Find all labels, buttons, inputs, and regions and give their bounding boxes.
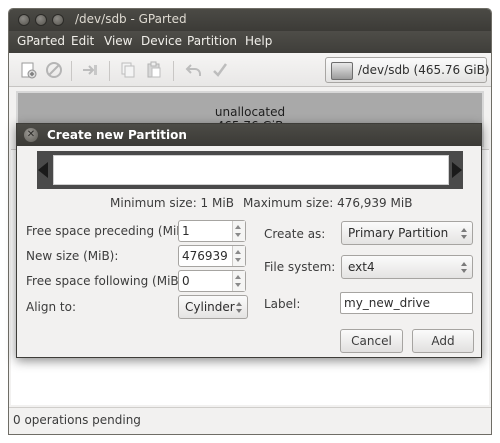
resize-right-handle-icon[interactable]	[452, 162, 462, 178]
resize-left-handle-icon[interactable]	[38, 162, 48, 178]
menubar: GParted Edit View Device Partition Help	[9, 31, 491, 53]
align-to-select[interactable]: Cylinder	[178, 295, 248, 319]
toolbar-separator	[71, 61, 72, 81]
updown-arrows-icon	[235, 302, 243, 314]
updown-arrows-icon	[460, 228, 468, 240]
apply-icon[interactable]	[211, 61, 229, 79]
partition-label-field[interactable]	[340, 292, 473, 314]
free-preceding-label: Free space preceding (MiB):	[26, 224, 194, 238]
menu-edit[interactable]: Edit	[71, 34, 94, 48]
delete-icon[interactable]	[45, 61, 63, 79]
partition-label-input[interactable]	[344, 295, 464, 311]
min-size-text: Minimum size: 1 MiB	[110, 196, 234, 210]
device-name: /dev/sdb	[358, 63, 410, 77]
add-button[interactable]: Add	[412, 329, 474, 353]
toolbar-separator	[109, 61, 110, 81]
new-size-input[interactable]	[182, 248, 228, 264]
window-close-icon[interactable]	[18, 14, 30, 26]
window-titlebar: /dev/sdb - GParted	[9, 9, 491, 31]
menu-device[interactable]: Device	[141, 34, 182, 48]
paste-icon[interactable]	[145, 61, 163, 79]
dialog-titlebar: ✕ Create new Partition	[17, 124, 481, 146]
new-partition-icon[interactable]	[19, 61, 37, 79]
spin-arrows-icon[interactable]	[232, 221, 245, 241]
spin-arrows-icon[interactable]	[232, 246, 245, 266]
new-size-spinner[interactable]	[178, 245, 246, 267]
dialog-title: Create new Partition	[47, 128, 187, 142]
file-system-value: ext4	[348, 260, 375, 274]
align-to-label: Align to:	[26, 300, 77, 314]
menu-gparted[interactable]: GParted	[17, 34, 65, 48]
toolbar: /dev/sdb (465.76 GiB)	[9, 53, 491, 87]
file-system-select[interactable]: ext4	[341, 255, 473, 279]
copy-icon[interactable]	[119, 61, 137, 79]
device-size: (465.76 GiB)	[413, 63, 490, 77]
free-following-input[interactable]	[182, 273, 228, 289]
create-partition-dialog: ✕ Create new Partition Minimum size: 1 M…	[16, 123, 482, 358]
window-maximize-icon[interactable]	[52, 14, 64, 26]
partition-block[interactable]	[53, 155, 449, 185]
free-following-spinner[interactable]	[178, 270, 246, 292]
menu-help[interactable]: Help	[245, 34, 272, 48]
free-preceding-input[interactable]	[182, 223, 228, 239]
unallocated-label: unallocated	[214, 105, 286, 119]
updown-arrows-icon	[460, 262, 468, 274]
harddisk-icon	[331, 62, 353, 80]
create-as-select[interactable]: Primary Partition	[341, 221, 473, 245]
cancel-button[interactable]: Cancel	[340, 329, 403, 353]
menu-partition[interactable]: Partition	[187, 34, 237, 48]
spin-arrows-icon[interactable]	[232, 271, 245, 291]
device-selector[interactable]: /dev/sdb (465.76 GiB)	[325, 57, 490, 83]
toolbar-separator	[173, 61, 174, 81]
partition-resizer[interactable]	[37, 151, 463, 189]
create-as-label: Create as:	[264, 227, 326, 241]
resize-move-icon[interactable]	[81, 61, 99, 79]
label-label: Label:	[264, 297, 301, 311]
file-system-label: File system:	[264, 260, 336, 274]
free-following-label: Free space following (MiB):	[26, 274, 188, 288]
statusbar: 0 operations pending	[9, 407, 491, 434]
dialog-close-icon[interactable]: ✕	[24, 128, 38, 142]
align-to-value: Cylinder	[185, 300, 235, 314]
operations-pending-text: 0 operations pending	[13, 413, 141, 427]
new-size-label: New size (MiB):	[26, 249, 119, 263]
window-minimize-icon[interactable]	[35, 14, 47, 26]
free-preceding-spinner[interactable]	[178, 220, 246, 242]
menu-view[interactable]: View	[104, 34, 132, 48]
create-as-value: Primary Partition	[348, 226, 449, 240]
window-title: /dev/sdb - GParted	[75, 12, 187, 26]
undo-icon[interactable]	[185, 61, 203, 79]
max-size-text: Maximum size: 476,939 MiB	[243, 196, 413, 210]
